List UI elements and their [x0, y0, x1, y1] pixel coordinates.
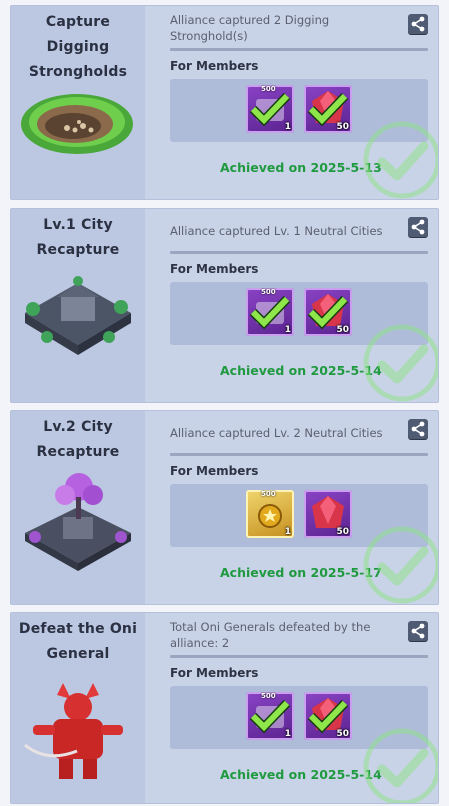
achievement-card-lv2-city: Lv.2 City Recapture Alliance captured Lv…	[10, 410, 439, 605]
reward-item[interactable]: 500 1	[246, 490, 294, 538]
reward-item[interactable]: 500 1	[246, 288, 294, 336]
achievement-description: Alliance captured Lv. 2 Neutral Cities	[170, 426, 383, 440]
completed-check-icon	[363, 728, 438, 803]
achievement-card-oni-general: Defeat the Oni General Total Oni General…	[10, 612, 439, 804]
completed-check-icon	[363, 121, 438, 199]
share-icon	[411, 623, 425, 639]
for-members-label: For Members	[170, 666, 259, 680]
reward-item[interactable]: 50	[304, 692, 352, 740]
achievements-panel: Capture Digging Strongholds Alliance cap…	[0, 0, 449, 806]
city-fortress-illustration	[25, 276, 131, 355]
achievement-title: Lv.1 City Recapture	[36, 217, 120, 258]
reward-item[interactable]: 50	[304, 490, 352, 538]
reward-item[interactable]: 50	[304, 288, 352, 336]
achievement-art-column: Lv.2 City Recapture	[11, 411, 145, 604]
achieved-date: Achieved on 2025-5-14	[220, 767, 382, 782]
reward-item[interactable]: 500 1	[246, 85, 294, 133]
achievement-art-column: Lv.1 City Recapture	[11, 209, 145, 402]
achievement-details: Alliance captured 2 Digging Stronghold(s…	[145, 6, 438, 199]
share-icon	[411, 16, 425, 32]
reward-item[interactable]: 500 1	[246, 692, 294, 740]
for-members-label: For Members	[170, 262, 259, 276]
digging-crater-illustration	[21, 94, 133, 154]
share-button[interactable]	[408, 217, 428, 237]
share-button[interactable]	[408, 14, 428, 34]
completed-check-icon	[363, 324, 438, 402]
reward-item[interactable]: 50	[304, 85, 352, 133]
divider	[170, 655, 428, 658]
share-icon	[411, 219, 425, 235]
achieved-date: Achieved on 2025-5-17	[220, 565, 382, 580]
achievement-details: Total Oni Generals defeated by the allia…	[145, 613, 438, 803]
share-icon	[411, 421, 425, 437]
achievement-art-column: Capture Digging Strongholds	[11, 6, 145, 199]
achieved-date: Achieved on 2025-5-14	[220, 363, 382, 378]
divider	[170, 48, 428, 51]
for-members-label: For Members	[170, 464, 259, 478]
achievement-details: Alliance captured Lv. 1 Neutral Cities F…	[145, 209, 438, 402]
oni-general-illustration	[24, 683, 123, 779]
achievement-details: Alliance captured Lv. 2 Neutral Cities F…	[145, 411, 438, 604]
achievement-card-lv1-city: Lv.1 City Recapture Alliance captured Lv…	[10, 208, 439, 403]
share-button[interactable]	[408, 621, 428, 641]
achieved-date: Achieved on 2025-5-13	[220, 160, 382, 175]
achievement-description: Alliance captured Lv. 1 Neutral Cities	[170, 224, 383, 238]
divider	[170, 251, 428, 254]
achievement-description: Alliance captured 2 Digging Stronghold(s…	[170, 13, 330, 43]
achievement-card-digging-strongholds: Capture Digging Strongholds Alliance cap…	[10, 5, 439, 200]
purple-tree-city-illustration	[25, 473, 131, 571]
achievement-title: Lv.2 City Recapture	[36, 419, 120, 460]
achievement-title: Capture Digging Strongholds	[28, 14, 128, 80]
completed-check-icon	[363, 526, 438, 604]
share-button[interactable]	[408, 419, 428, 439]
achievement-art-column: Defeat the Oni General	[11, 613, 145, 803]
divider	[170, 453, 428, 456]
achievement-title: Defeat the Oni General	[18, 621, 138, 662]
achievement-description: Total Oni Generals defeated by the allia…	[170, 620, 371, 650]
for-members-label: For Members	[170, 59, 259, 73]
